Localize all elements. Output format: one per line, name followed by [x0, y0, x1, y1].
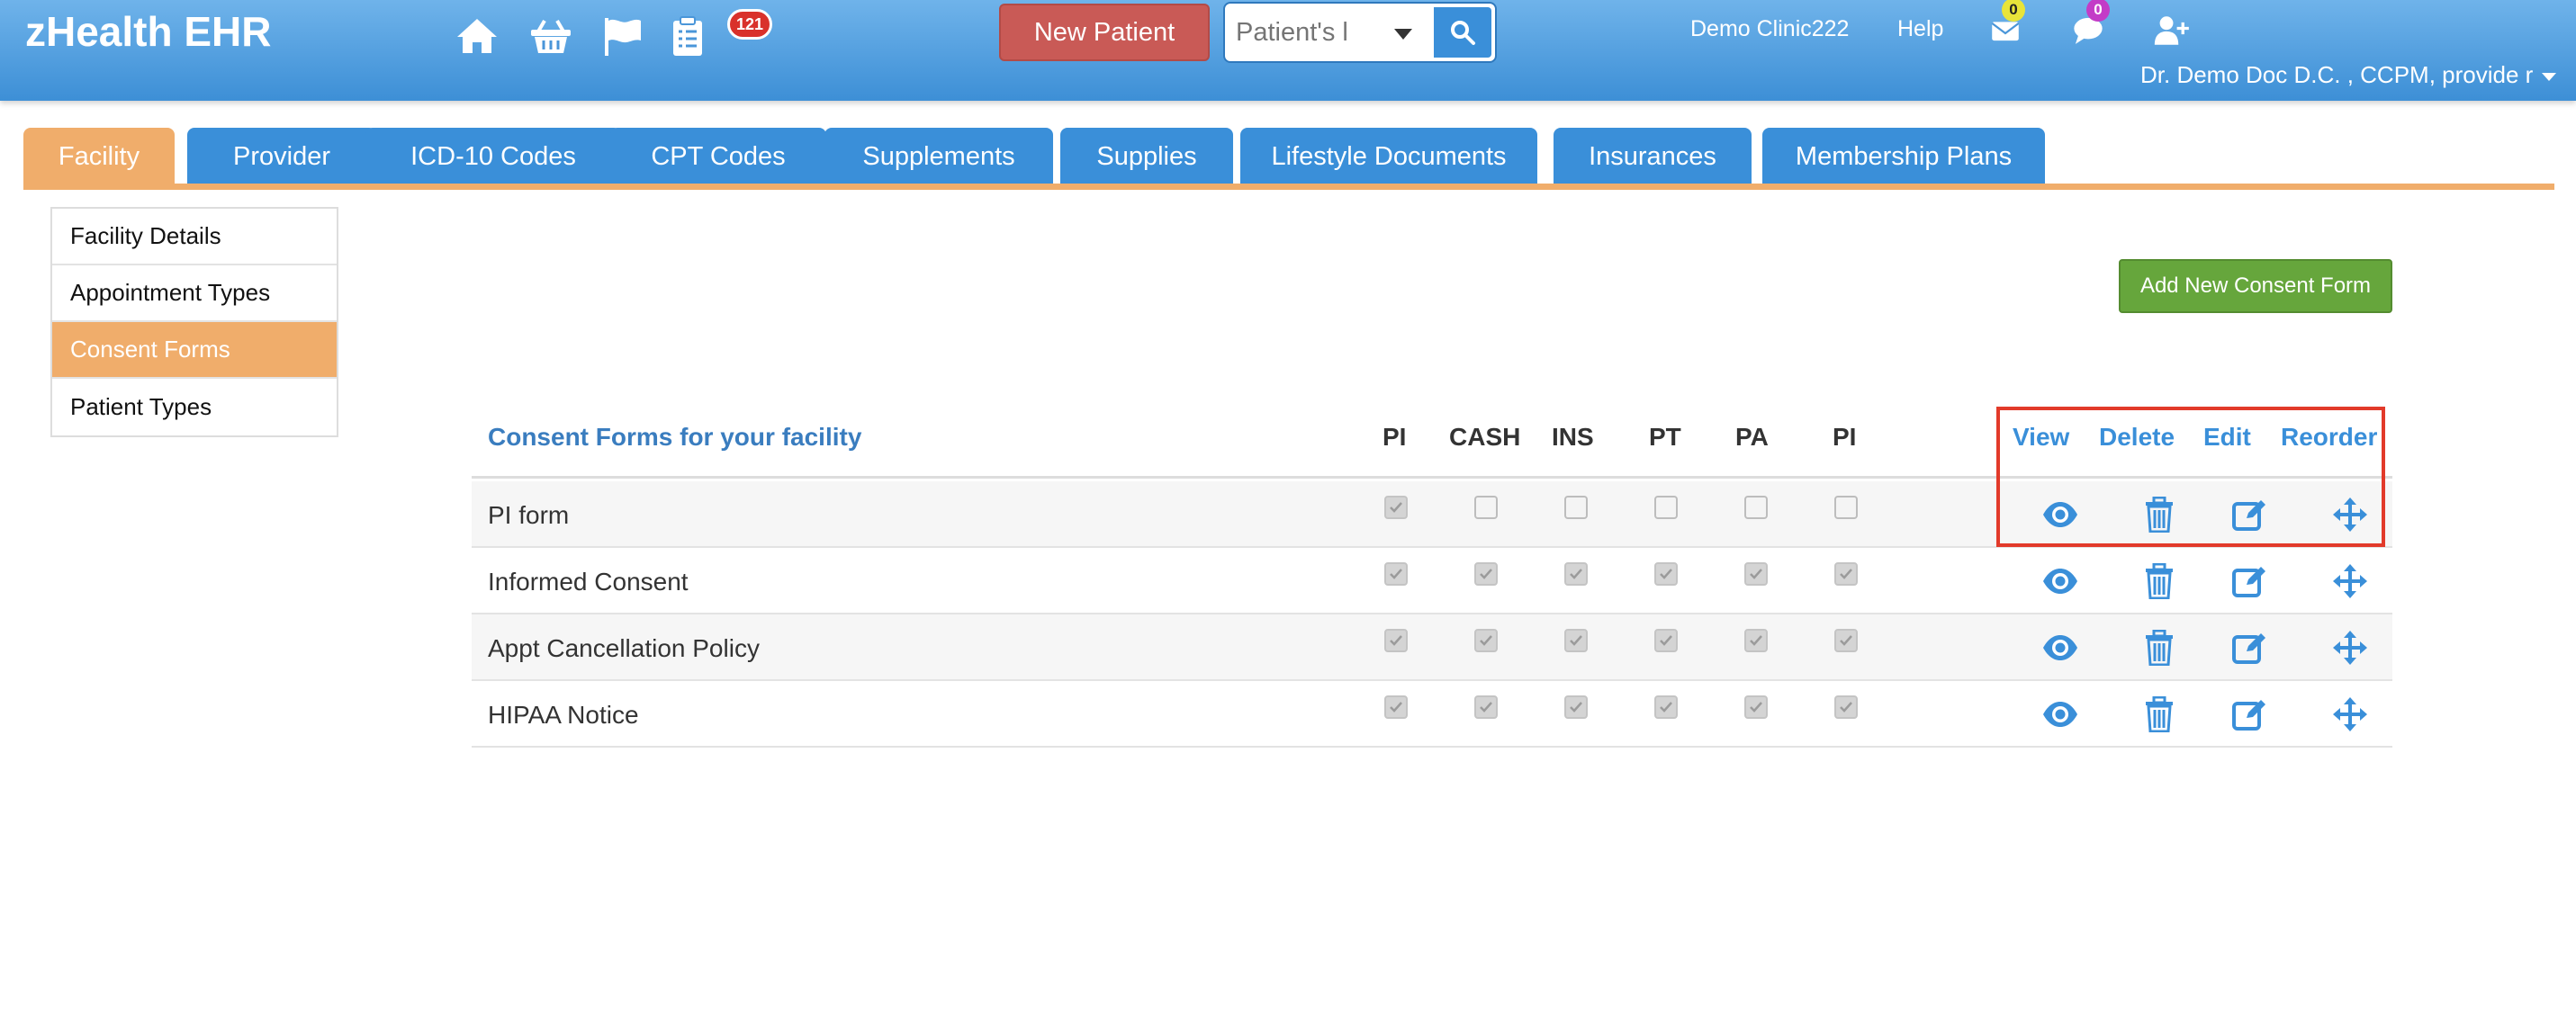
checkbox-pi — [1834, 629, 1858, 652]
tab-icd10-codes[interactable]: ICD-10 Codes — [365, 128, 621, 185]
edit-icon[interactable] — [2229, 695, 2270, 733]
tab-underline — [23, 184, 2554, 190]
tab-lifestyle-documents[interactable]: Lifestyle Documents — [1240, 128, 1537, 185]
help-link[interactable]: Help — [1897, 16, 1943, 42]
reorder-move-icon[interactable] — [2329, 695, 2371, 733]
checkbox-pa — [1744, 695, 1768, 719]
reorder-move-icon[interactable] — [2329, 629, 2371, 667]
checkbox-ins — [1564, 562, 1588, 586]
edit-icon[interactable] — [2229, 629, 2270, 667]
facility-sidemenu: Facility Details Appointment Types Conse… — [50, 207, 338, 437]
flag-icon[interactable] — [598, 13, 648, 59]
checkbox-cash — [1474, 562, 1498, 586]
patient-search — [1225, 4, 1495, 61]
checkbox-cash — [1474, 629, 1498, 652]
tab-supplies[interactable]: Supplies — [1060, 128, 1233, 185]
form-name: HIPAA Notice — [488, 701, 639, 729]
clipboard-icon[interactable] — [662, 13, 713, 59]
table-row: Informed Consent — [472, 548, 2392, 614]
tasks-count-badge: 121 — [727, 9, 772, 40]
checkbox-cash — [1474, 496, 1498, 519]
checkbox-pa — [1744, 562, 1768, 586]
delete-trash-icon[interactable] — [2139, 629, 2180, 667]
basket-icon[interactable] — [526, 13, 576, 59]
top-navbar: zHealth EHR 121 New Patient Demo Clinic2… — [0, 0, 2576, 101]
patient-search-input[interactable] — [1236, 7, 1371, 58]
checkbox-pi — [1384, 695, 1408, 719]
column-header-pt: PT — [1649, 423, 1681, 451]
delete-trash-icon[interactable] — [2139, 562, 2180, 600]
chevron-down-icon — [2541, 72, 2556, 81]
delete-trash-icon[interactable] — [2139, 695, 2180, 733]
checkbox-pi — [1384, 629, 1408, 652]
clinic-link[interactable]: Demo Clinic222 — [1690, 16, 1849, 42]
checkbox-pa — [1744, 629, 1768, 652]
checkbox-pt — [1654, 562, 1678, 586]
new-patient-button[interactable]: New Patient — [999, 4, 1210, 61]
column-header-ins: INS — [1552, 423, 1594, 451]
reorder-move-icon[interactable] — [2329, 562, 2371, 600]
app-brand[interactable]: zHealth EHR — [25, 7, 271, 56]
sidemenu-item-facility-details[interactable]: Facility Details — [52, 209, 337, 265]
tab-membership-plans[interactable]: Membership Plans — [1762, 128, 2045, 185]
tab-insurances[interactable]: Insurances — [1554, 128, 1752, 185]
checkbox-pi — [1834, 496, 1858, 519]
sidemenu-item-appointment-types[interactable]: Appointment Types — [52, 265, 337, 322]
tab-facility[interactable]: Facility — [23, 128, 175, 185]
tab-provider[interactable]: Provider — [187, 128, 376, 185]
sidemenu-item-patient-types[interactable]: Patient Types — [52, 379, 337, 435]
view-eye-icon[interactable] — [2040, 562, 2081, 600]
checkbox-pi — [1834, 562, 1858, 586]
user-menu[interactable]: Dr. Demo Doc D.C. , CCPM, provide r — [2140, 61, 2556, 89]
column-header-cash: CASH — [1449, 423, 1521, 451]
checkbox-pi — [1834, 695, 1858, 719]
checkbox-pi — [1384, 496, 1408, 519]
edit-icon[interactable] — [2229, 562, 2270, 600]
column-header-pi: PI — [1383, 423, 1407, 451]
search-button[interactable] — [1434, 7, 1491, 58]
search-dropdown-caret-icon[interactable] — [1394, 29, 1412, 40]
checkbox-ins — [1564, 496, 1588, 519]
user-name-label: Dr. Demo Doc D.C. , CCPM, provide r — [2140, 61, 2534, 88]
actions-highlight-box — [1996, 407, 2385, 547]
form-name: Appt Cancellation Policy — [488, 634, 760, 662]
search-icon — [1451, 21, 1475, 45]
table-row: HIPAA Notice — [472, 681, 2392, 748]
view-eye-icon[interactable] — [2040, 629, 2081, 667]
form-name: Informed Consent — [488, 568, 689, 596]
home-icon[interactable] — [452, 13, 502, 59]
checkbox-ins — [1564, 695, 1588, 719]
checkbox-pt — [1654, 496, 1678, 519]
checkbox-pi — [1384, 562, 1408, 586]
view-eye-icon[interactable] — [2040, 695, 2081, 733]
checkbox-pa — [1744, 496, 1768, 519]
tab-supplements[interactable]: Supplements — [824, 128, 1053, 185]
add-new-consent-form-button[interactable]: Add New Consent Form — [2119, 259, 2392, 313]
checkbox-pt — [1654, 629, 1678, 652]
sidemenu-item-consent-forms[interactable]: Consent Forms — [52, 322, 337, 379]
checkbox-cash — [1474, 695, 1498, 719]
tab-cpt-codes[interactable]: CPT Codes — [610, 128, 826, 185]
column-header-pa: PA — [1735, 423, 1769, 451]
column-header-pi-2: PI — [1833, 423, 1857, 451]
table-title: Consent Forms for your facility — [488, 423, 862, 451]
checkbox-pt — [1654, 695, 1678, 719]
checkbox-ins — [1564, 629, 1588, 652]
add-user-icon[interactable] — [2146, 7, 2196, 54]
table-row: Appt Cancellation Policy — [472, 614, 2392, 681]
form-name: PI form — [488, 501, 570, 529]
